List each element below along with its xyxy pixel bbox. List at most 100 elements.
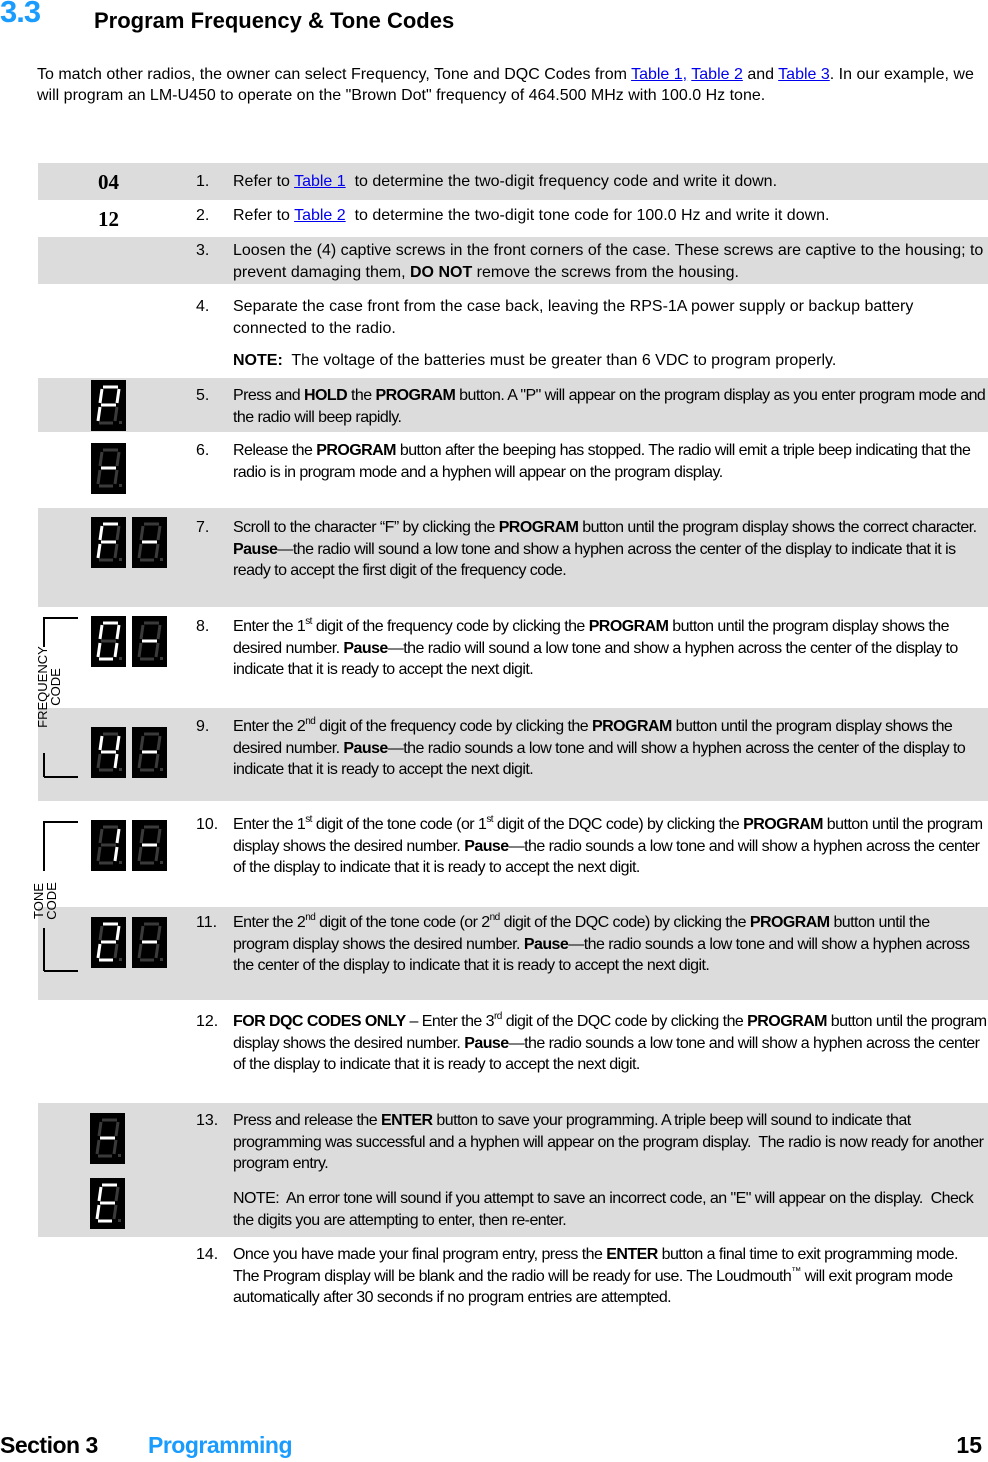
seven-segment-display <box>90 1113 125 1164</box>
segment-f <box>139 828 145 844</box>
segment-c <box>113 943 119 959</box>
seven-segment-display <box>132 727 167 778</box>
step-text: Enter the 2nd digit of the tone code (or… <box>233 912 988 977</box>
ordinal-suffix: nd <box>489 912 501 923</box>
seven-segment-glyph <box>96 448 122 488</box>
seven-segment-display <box>91 517 126 568</box>
seven-segment-display <box>132 616 167 667</box>
step-text-bold: PROGRAM <box>375 387 456 404</box>
segment-b <box>115 925 121 941</box>
step-row-3: 3. Loosen the (4) captive screws in the … <box>38 237 988 284</box>
segment-c <box>154 943 160 959</box>
segment-b <box>115 388 121 404</box>
decimal-point <box>119 558 122 561</box>
step-text-part: Enter the 1 <box>233 816 306 833</box>
link-table-2[interactable]: Table 2 <box>691 66 743 83</box>
segment-f <box>98 451 104 467</box>
step-number: 9. <box>196 718 210 735</box>
step-number: 14. <box>196 1246 219 1263</box>
seven-segment-glyph <box>137 922 163 962</box>
step-text-part: digit of the frequency code by clicking … <box>315 718 593 735</box>
segment-b <box>156 624 162 640</box>
decimal-point <box>160 861 163 864</box>
step-number: 2. <box>196 207 210 224</box>
seven-segment-display <box>132 820 167 871</box>
seven-segment-glyph <box>137 732 163 772</box>
segment-c <box>113 469 119 485</box>
step-text-bold: ENTER <box>381 1112 433 1129</box>
step-number: 13. <box>196 1112 219 1129</box>
step-text-bold: PROGRAM <box>588 618 669 635</box>
segment-b <box>115 451 121 467</box>
step-text-part: Enter the 2 <box>233 718 306 735</box>
link-table-3[interactable]: Table 3 <box>778 66 830 83</box>
seven-segment-glyph <box>96 732 122 772</box>
step-text-part: Scroll to the character “F” by clicking … <box>233 519 499 536</box>
step-row-11: 11. Enter the 2nd digit of the tone code… <box>38 907 988 1000</box>
segment-e <box>95 1139 101 1155</box>
page-footer: Section 3 Programming 15 <box>0 1432 988 1462</box>
step-text-bold: Pause <box>233 540 278 558</box>
footer-section-name: Programming <box>148 1432 293 1458</box>
step-text-part: – Enter the 3 <box>405 1013 495 1030</box>
step-text: Once you have made your final program en… <box>233 1244 988 1309</box>
frequency-bracket-lower <box>43 753 45 777</box>
segment-b <box>115 735 121 751</box>
step-text-part: Separate the case front from the case ba… <box>233 298 914 337</box>
step-row-4: 4. Separate the case front from the case… <box>38 284 988 378</box>
step-text-bold: Pause <box>464 837 509 855</box>
seven-segment-display <box>132 517 167 568</box>
decimal-point <box>119 484 122 487</box>
segment-e <box>96 543 102 559</box>
section-number: 3.3 <box>0 0 41 29</box>
step-number: 3. <box>196 242 210 259</box>
link-table-1[interactable]: Table 1 <box>294 173 346 190</box>
decimal-point <box>160 768 163 771</box>
decimal-point <box>118 1154 121 1157</box>
segment-f <box>139 735 145 751</box>
step-text-part: digit of the DQC code by clicking the <box>501 1013 748 1030</box>
decimal-point <box>160 558 163 561</box>
link-table-2[interactable]: Table 2 <box>294 207 346 224</box>
section-title: Program Frequency & Tone Codes <box>94 8 455 33</box>
page-number: 15 <box>956 1432 982 1458</box>
segment-c <box>113 406 119 422</box>
step-number: 12. <box>196 1013 219 1030</box>
seven-segment-glyph <box>95 1118 121 1158</box>
seven-segment-display <box>91 380 126 431</box>
seven-segment-display <box>91 443 126 494</box>
segment-e <box>137 943 143 959</box>
step-text: Separate the case front from the case ba… <box>233 296 988 339</box>
segment-f <box>98 735 104 751</box>
segment-f <box>98 525 104 541</box>
step-note: NOTE: An error tone will sound if you at… <box>233 1188 988 1231</box>
step-text-part: to determine the two-digit frequency cod… <box>345 173 778 190</box>
segment-f <box>97 1121 103 1137</box>
frequency-code-value: 04 <box>98 170 119 194</box>
segment-b <box>115 624 121 640</box>
seven-segment-glyph <box>137 522 163 562</box>
segment-b <box>114 1121 120 1137</box>
step-text-bold: PROGRAM <box>743 816 823 833</box>
decimal-point <box>119 861 122 864</box>
decimal-point <box>118 1219 121 1222</box>
segment-e <box>96 469 102 485</box>
step-text-part: Press and release the <box>233 1112 381 1129</box>
segment-e <box>96 943 102 959</box>
step-text-part: —the radio will sound a low tone and sho… <box>233 540 956 580</box>
segment-f <box>98 624 104 640</box>
seven-segment-display <box>91 616 126 667</box>
step-text: Release the PROGRAM button after the bee… <box>233 440 988 483</box>
step-text-part: remove the screws from the housing. <box>472 263 739 281</box>
step-text-part: Enter the 1 <box>233 618 306 635</box>
segment-f <box>98 828 104 844</box>
step-row-13: 13. Press and release the ENTER button t… <box>38 1103 988 1237</box>
step-text: Loosen the (4) captive screws in the fro… <box>233 240 988 283</box>
segment-e <box>137 753 143 769</box>
segment-f <box>139 624 145 640</box>
segment-f <box>98 388 104 404</box>
link-table-1[interactable]: Table 1, <box>631 66 687 83</box>
segment-e <box>95 1204 101 1220</box>
segment-f <box>139 525 145 541</box>
segment-c <box>154 642 160 658</box>
